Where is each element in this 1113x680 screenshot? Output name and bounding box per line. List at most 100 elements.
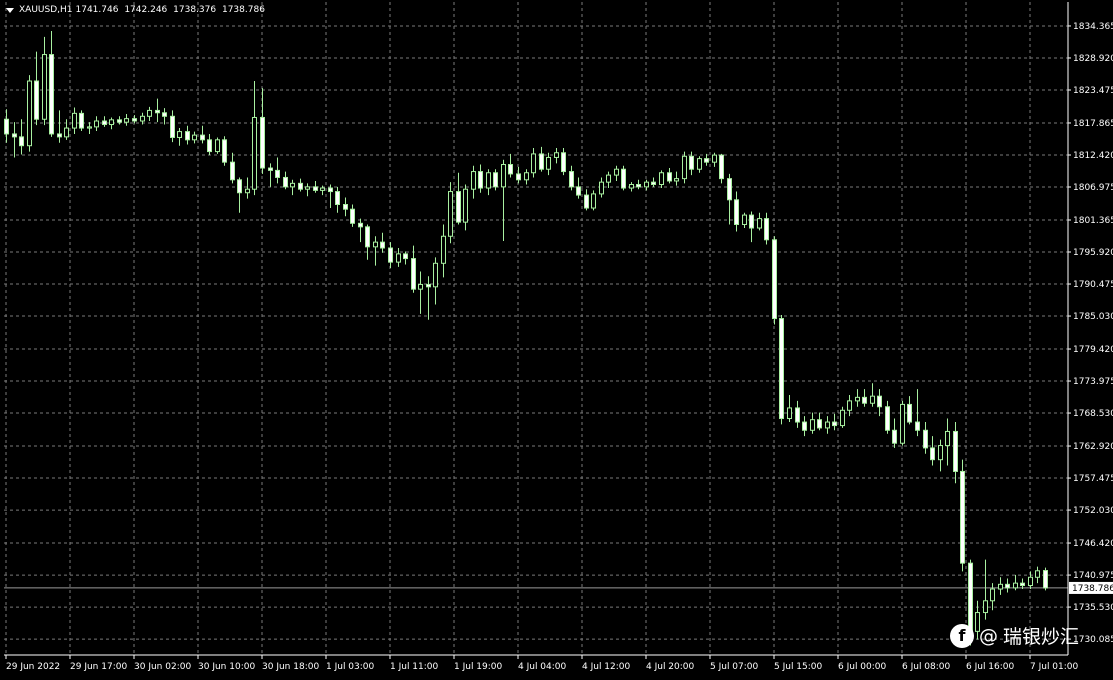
candle-body	[945, 430, 950, 447]
candle-body	[983, 600, 988, 614]
candle-body	[787, 407, 792, 420]
x-tick-label: 30 Jun 18:00	[262, 662, 319, 672]
candle-body	[147, 109, 152, 117]
candle-body	[328, 187, 333, 193]
x-tick-label: 7 Jul 01:00	[1030, 662, 1079, 672]
candle-body	[365, 226, 370, 248]
candle-body	[426, 283, 431, 288]
candle-body	[94, 120, 99, 128]
candle-body	[900, 403, 905, 444]
ohlc-open: 1741.746	[75, 5, 119, 15]
y-tick-label: 1785.030	[1073, 312, 1113, 322]
candle-body	[697, 158, 702, 170]
candle-body	[667, 172, 672, 182]
candle-body	[192, 134, 197, 141]
watermark-text: 瑞银炒汇	[1003, 626, 1080, 648]
candle-body	[674, 178, 679, 182]
candle-body	[283, 176, 288, 188]
candle-body	[478, 171, 483, 189]
candle-body	[19, 136, 24, 147]
candle-body	[629, 184, 634, 189]
candle-body	[923, 429, 928, 449]
candle-body	[606, 174, 611, 183]
candle-body	[305, 186, 310, 190]
candle-body	[734, 199, 739, 225]
candle-body	[230, 161, 235, 181]
candle-body	[1013, 582, 1018, 589]
candle-body	[72, 112, 77, 129]
x-tick-label: 30 Jun 10:00	[198, 662, 255, 672]
candle-body	[998, 583, 1003, 590]
candle-body	[441, 235, 446, 264]
candle-body	[644, 181, 649, 188]
watermark: f @ 瑞银炒汇	[950, 622, 1079, 649]
ohlc-close: 1738.786	[221, 5, 265, 15]
candle-body	[960, 470, 965, 564]
candle-body	[313, 186, 318, 191]
x-tick-label: 29 Jun 17:00	[70, 662, 127, 672]
chart-window[interactable]: 1834.365 1828.920 1823.475 1817.865 1812.420…	[0, 0, 1113, 680]
candle-body	[215, 139, 220, 153]
candlestick-chart[interactable]: 1834.365 1828.920 1823.475 1817.865 1812.420…	[0, 0, 1113, 680]
y-tick-label: 1735.530	[1073, 603, 1113, 613]
watermark-at: @	[979, 624, 998, 647]
candle-body	[847, 400, 852, 411]
candle-body	[245, 188, 250, 194]
candle-body	[1043, 570, 1048, 589]
candle-body	[599, 181, 604, 195]
candle-body	[938, 445, 943, 461]
y-tick-label: 1795.920	[1073, 248, 1113, 258]
candle-body	[930, 447, 935, 461]
candle-body	[275, 169, 280, 178]
y-tick-label: 1801.365	[1073, 216, 1113, 226]
current-price-label: 1738.786	[1072, 584, 1113, 594]
candle-body	[636, 184, 641, 188]
x-tick-label: 4 Jul 04:00	[518, 662, 567, 672]
candle-body	[749, 214, 754, 229]
x-tick-label: 29 Jun 2022	[6, 662, 60, 672]
candle-body	[388, 247, 393, 263]
candle-body	[207, 139, 212, 153]
y-tick-label: 1823.475	[1073, 86, 1113, 96]
candle-body	[508, 164, 513, 175]
candle-body	[862, 396, 867, 404]
symbol-name: XAUUSD,H1	[19, 5, 73, 15]
y-tick-label: 1762.920	[1073, 442, 1113, 452]
candle-body	[524, 172, 529, 181]
candle-body	[237, 179, 242, 194]
x-tick-label: 30 Jun 02:00	[134, 662, 191, 672]
candle-body	[42, 54, 47, 120]
candle-body	[907, 403, 912, 423]
candle-body	[109, 119, 114, 126]
symbol-header[interactable]: XAUUSD,H1 1741.746 1742.246 1738.376 173…	[6, 5, 268, 15]
candle-body	[170, 115, 175, 138]
ohlc-high: 1742.246	[124, 5, 168, 15]
candle-body	[396, 253, 401, 263]
candle-body	[27, 80, 32, 147]
candle-body	[772, 239, 777, 320]
candle-body	[584, 194, 589, 209]
candle-body	[855, 396, 860, 402]
candle-body	[516, 173, 521, 181]
candle-body	[795, 407, 800, 423]
chevron-down-icon[interactable]	[6, 7, 14, 13]
candle-body	[463, 188, 468, 223]
candle-body	[719, 154, 724, 180]
candle-body	[57, 133, 62, 138]
candle-body	[576, 186, 581, 196]
candle-body	[358, 222, 363, 228]
candle-body	[779, 318, 784, 420]
y-tick-label: 1817.865	[1073, 119, 1113, 129]
candle-body	[124, 118, 129, 123]
x-tick-label: 4 Jul 20:00	[646, 662, 695, 672]
candle-body	[764, 218, 769, 241]
candle-body	[727, 178, 732, 201]
candle-body	[343, 203, 348, 210]
candle-body	[493, 172, 498, 188]
candle-body	[712, 154, 717, 163]
candle-body	[87, 126, 92, 129]
candle-body	[34, 80, 39, 120]
x-tick-label: 6 Jul 08:00	[902, 662, 951, 672]
candle-body	[448, 191, 453, 237]
ohlc-values: 1741.746 1742.246 1738.376 1738.786	[76, 5, 268, 15]
